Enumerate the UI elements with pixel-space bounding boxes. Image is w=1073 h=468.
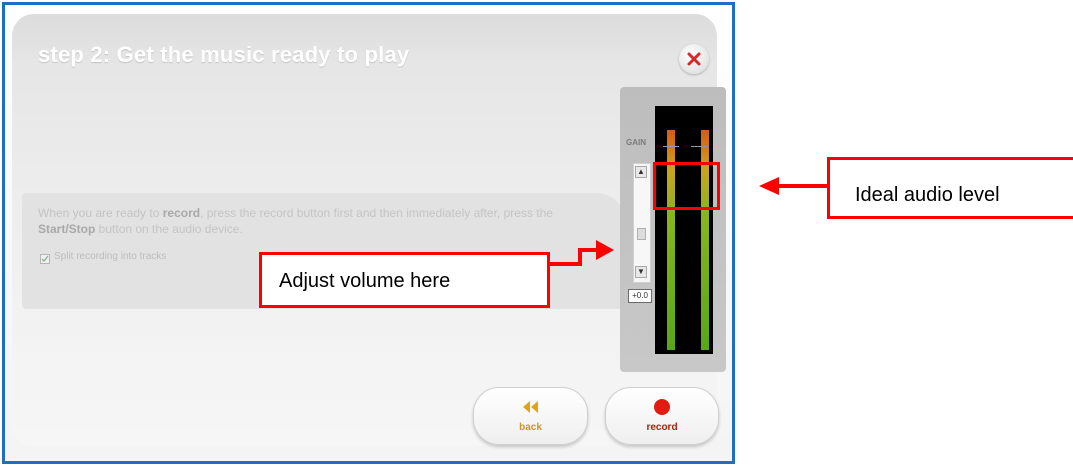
peak-marker-right — [691, 146, 707, 147]
record-label: record — [646, 422, 678, 433]
adjust-volume-text: Adjust volume here — [279, 270, 451, 292]
split-tracks-label: Split recording into tracks — [54, 251, 167, 262]
gain-slider[interactable]: ▲ ▼ — [633, 163, 651, 283]
gain-up-button[interactable]: ▲ — [635, 166, 647, 178]
rewind-icon — [523, 401, 538, 413]
chevron-up-icon: ▲ — [637, 167, 645, 176]
gain-down-button[interactable]: ▼ — [635, 266, 647, 278]
ideal-level-highlight — [653, 162, 720, 210]
arrow-right-icon — [548, 240, 614, 266]
back-label: back — [519, 422, 542, 433]
checkmark-icon — [41, 255, 49, 262]
record-button[interactable]: record — [605, 387, 719, 445]
record-dot-icon — [654, 399, 670, 415]
adjust-volume-callout: Adjust volume here — [259, 252, 550, 308]
audio-level-meter — [655, 106, 713, 354]
split-tracks-checkbox[interactable] — [40, 254, 50, 264]
gain-value: +0.0 — [628, 289, 652, 303]
chevron-down-icon: ▼ — [637, 267, 645, 276]
back-button[interactable]: back — [473, 387, 588, 445]
gain-label: GAIN — [626, 138, 646, 147]
gain-slider-thumb[interactable] — [637, 228, 646, 240]
dialog-title: step 2: Get the music ready to play — [38, 42, 410, 67]
instruction-text: When you are ready to record, press the … — [38, 206, 553, 236]
peak-marker-left — [663, 146, 679, 147]
arrow-left-icon — [759, 177, 827, 195]
ideal-level-callout: Ideal audio level — [827, 157, 1073, 219]
ideal-level-text: Ideal audio level — [855, 184, 1000, 206]
close-icon — [687, 52, 701, 66]
close-button[interactable] — [679, 44, 709, 74]
